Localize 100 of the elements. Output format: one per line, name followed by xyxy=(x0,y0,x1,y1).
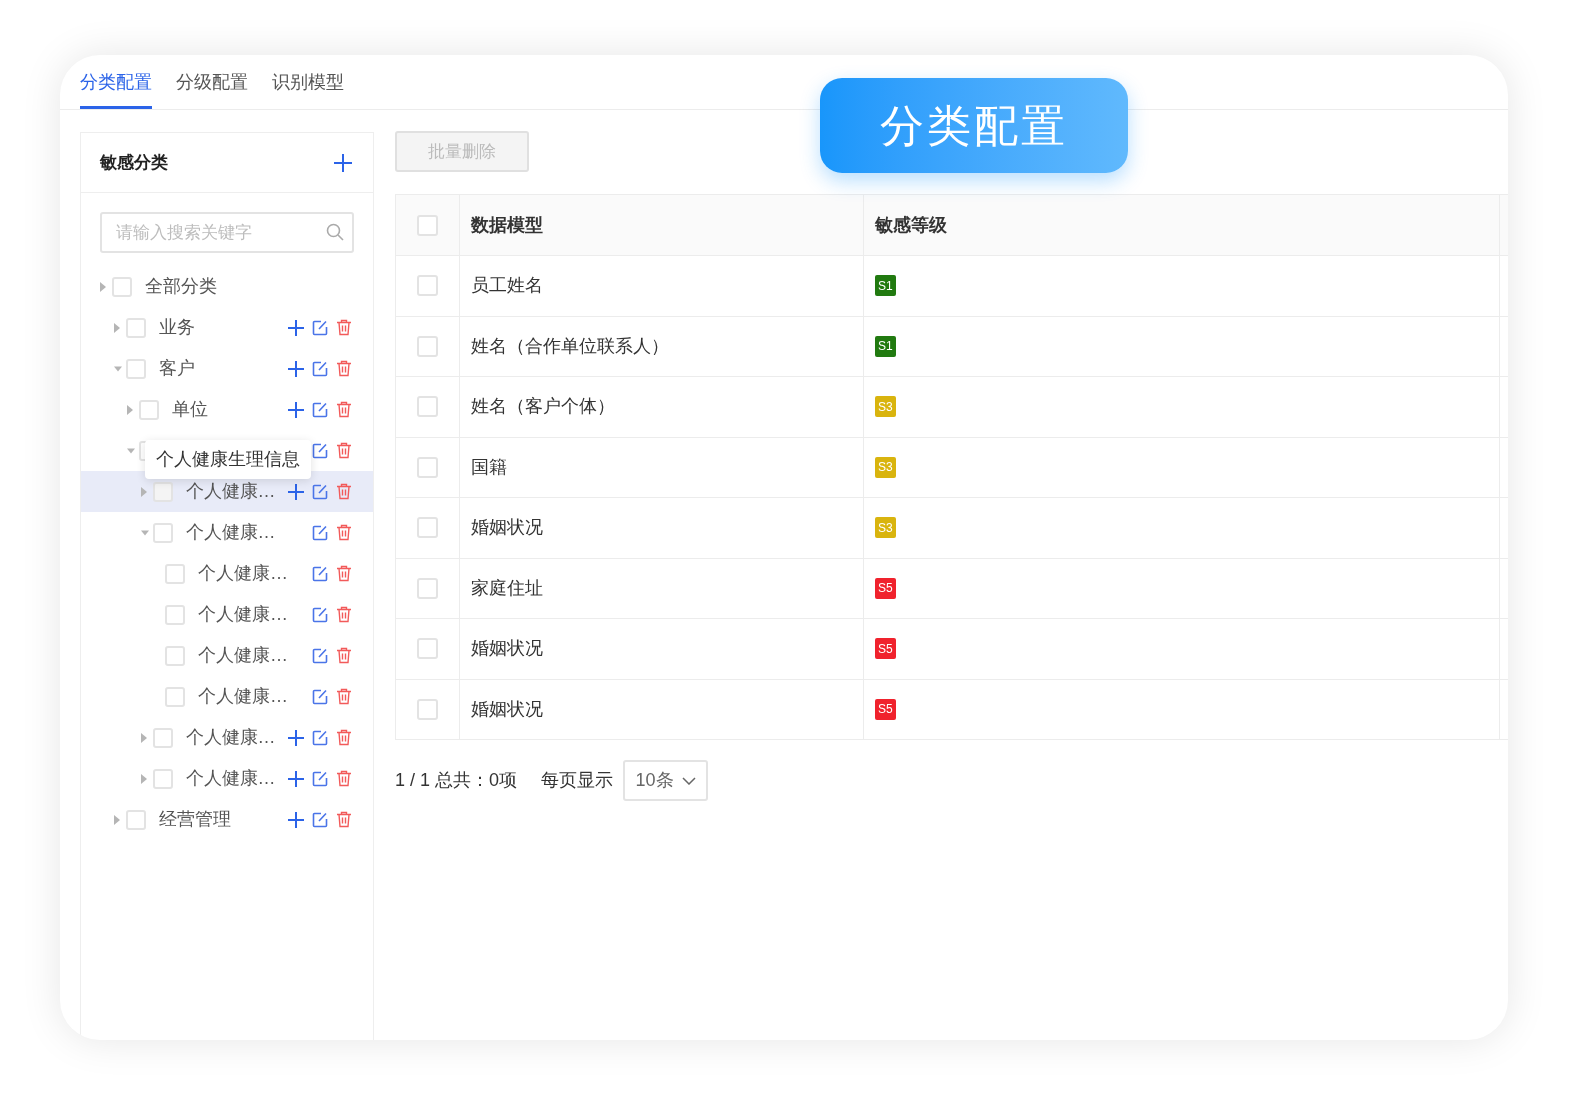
checkbox[interactable] xyxy=(417,517,438,539)
checkbox[interactable] xyxy=(112,276,132,297)
checkbox[interactable] xyxy=(125,358,146,379)
tooltip: 个人健康生理信息 xyxy=(145,440,311,479)
table-cell-text: 姓名（合作单位联系人） xyxy=(471,334,669,358)
delete-icon[interactable] xyxy=(336,606,352,623)
edit-icon[interactable] xyxy=(312,524,328,541)
edit-icon[interactable] xyxy=(312,401,328,418)
collapse-caret-icon[interactable] xyxy=(140,529,149,536)
tab[interactable]: 识别模型 xyxy=(272,55,344,109)
checkbox[interactable] xyxy=(417,396,438,418)
add-icon[interactable] xyxy=(288,483,304,500)
tree-label[interactable]: 个人健康… xyxy=(198,560,288,587)
delete-icon[interactable] xyxy=(336,524,352,541)
expand-caret-icon[interactable] xyxy=(113,322,120,333)
checkbox[interactable] xyxy=(417,577,438,599)
page-size-select[interactable]: 10条 xyxy=(623,760,709,801)
delete-icon[interactable] xyxy=(336,729,352,746)
edit-icon[interactable] xyxy=(312,483,328,500)
delete-icon[interactable] xyxy=(336,647,352,664)
tree-label[interactable]: 个人健康… xyxy=(185,478,276,505)
column-header: 敏感等级 xyxy=(875,213,947,237)
add-icon[interactable] xyxy=(288,770,304,787)
checkbox[interactable] xyxy=(165,686,185,707)
expand-caret-icon[interactable] xyxy=(140,773,147,784)
checkbox[interactable] xyxy=(165,604,185,625)
checkbox[interactable] xyxy=(152,768,173,789)
expand-caret-icon[interactable] xyxy=(140,486,147,497)
tree-label[interactable]: 个人健康… xyxy=(185,724,276,751)
add-icon[interactable] xyxy=(288,319,304,336)
add-icon[interactable] xyxy=(288,360,304,377)
checkbox[interactable] xyxy=(125,809,146,830)
delete-icon[interactable] xyxy=(336,811,352,828)
search-icon[interactable] xyxy=(326,223,344,241)
expand-caret-icon[interactable] xyxy=(100,281,106,292)
page-summary: 1 / 1 总共：0项 xyxy=(395,769,518,792)
delete-icon[interactable] xyxy=(336,401,352,418)
tree-label[interactable]: 经营管理 xyxy=(158,806,231,833)
table-cell-text: 家庭住址 xyxy=(471,576,543,600)
tree-label[interactable]: 个人健康… xyxy=(198,642,288,669)
delete-icon[interactable] xyxy=(336,442,352,459)
checkbox[interactable] xyxy=(417,275,438,297)
table-cell-text: 员工姓名 xyxy=(471,274,543,298)
checkbox[interactable] xyxy=(417,335,438,357)
tree-label[interactable]: 业务 xyxy=(158,314,195,341)
collapse-caret-icon[interactable] xyxy=(113,365,122,372)
checkbox[interactable] xyxy=(152,522,173,543)
column-header: 数据模型 xyxy=(471,213,543,237)
edit-icon[interactable] xyxy=(312,688,328,705)
edit-icon[interactable] xyxy=(312,811,328,828)
tree-label[interactable]: 个人健康… xyxy=(185,765,276,792)
chevron-down-icon[interactable] xyxy=(681,776,696,785)
checkbox[interactable] xyxy=(165,563,185,584)
expand-caret-icon[interactable] xyxy=(127,404,133,415)
expand-caret-icon[interactable] xyxy=(113,814,120,825)
add-icon[interactable] xyxy=(288,811,304,828)
edit-icon[interactable] xyxy=(312,360,328,377)
checkbox[interactable] xyxy=(152,727,173,748)
expand-caret-icon[interactable] xyxy=(140,732,147,743)
tab[interactable]: 分类配置 xyxy=(80,55,152,109)
tree-label[interactable]: 全部分类 xyxy=(145,273,217,300)
edit-icon[interactable] xyxy=(312,770,328,787)
tree-label[interactable]: 个人健康… xyxy=(198,683,288,710)
table-cell-text: 国籍 xyxy=(471,455,507,479)
page-size-label: 每页显示 xyxy=(541,769,614,792)
table-cell-text: 婚姻状况 xyxy=(471,516,543,540)
collapse-caret-icon[interactable] xyxy=(127,447,135,454)
panel-title: 敏感分类 xyxy=(100,151,168,174)
edit-icon[interactable] xyxy=(312,647,328,664)
checkbox[interactable] xyxy=(139,399,159,420)
edit-icon[interactable] xyxy=(312,319,328,336)
checkbox[interactable] xyxy=(125,317,146,338)
checkbox[interactable] xyxy=(417,214,438,236)
add-icon[interactable] xyxy=(333,152,353,173)
checkbox[interactable] xyxy=(417,638,438,660)
tab[interactable]: 分级配置 xyxy=(176,55,248,109)
delete-icon[interactable] xyxy=(336,770,352,787)
checkbox[interactable] xyxy=(417,698,438,720)
add-icon[interactable] xyxy=(288,729,304,746)
checkbox[interactable] xyxy=(417,456,438,478)
add-icon[interactable] xyxy=(288,401,304,418)
title-banner: 分类配置 xyxy=(820,78,1128,173)
tree-label[interactable]: 个人健康… xyxy=(185,519,276,546)
delete-icon[interactable] xyxy=(336,688,352,705)
edit-icon[interactable] xyxy=(312,565,328,582)
table-cell-text: 婚姻状况 xyxy=(471,697,543,721)
delete-icon[interactable] xyxy=(336,565,352,582)
tree-label[interactable]: 个人健康… xyxy=(198,601,288,628)
tree-label[interactable]: 客户 xyxy=(158,355,195,382)
edit-icon[interactable] xyxy=(312,442,328,459)
delete-icon[interactable] xyxy=(336,360,352,377)
edit-icon[interactable] xyxy=(312,729,328,746)
search-field[interactable]: 请输入搜索关键字 xyxy=(100,212,354,253)
level-tag: S3 xyxy=(875,456,896,478)
level-tag: S3 xyxy=(875,396,896,418)
delete-icon[interactable] xyxy=(336,483,352,500)
tree-label[interactable]: 单位 xyxy=(172,396,208,423)
checkbox[interactable] xyxy=(165,645,185,666)
delete-icon[interactable] xyxy=(336,319,352,336)
edit-icon[interactable] xyxy=(312,606,328,623)
